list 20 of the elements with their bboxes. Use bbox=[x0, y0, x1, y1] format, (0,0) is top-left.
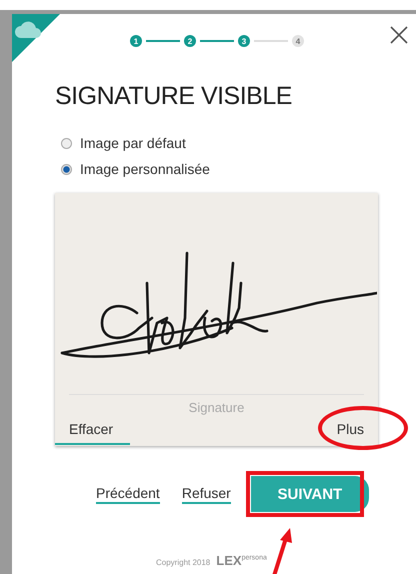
radio-option[interactable]: Image personnalisée bbox=[61, 161, 210, 177]
signature-placeholder: Signature bbox=[188, 400, 244, 415]
close-button[interactable] bbox=[390, 26, 408, 44]
copyright-text: Copyright 2018 bbox=[156, 558, 210, 567]
step-indicator: 1 bbox=[130, 35, 142, 47]
signature-pad[interactable]: Signature Effacer Plus bbox=[55, 193, 378, 446]
pad-action-tab[interactable]: Plus bbox=[303, 417, 378, 445]
annotation-arrow bbox=[270, 528, 294, 574]
logo: LEX$^{persona}$ bbox=[216, 553, 267, 568]
radio-icon[interactable] bbox=[61, 164, 72, 174]
step-indicator: 2 bbox=[184, 35, 196, 47]
step-indicator: 3 bbox=[238, 35, 250, 47]
pad-action-tab[interactable]: Effacer bbox=[55, 417, 130, 445]
link-button[interactable]: Refuser bbox=[182, 484, 231, 504]
cloud-icon bbox=[15, 20, 41, 38]
step-indicator: 4 bbox=[292, 35, 304, 47]
radio-option[interactable]: Image par défaut bbox=[61, 135, 186, 151]
link-button[interactable]: Précédent bbox=[96, 484, 160, 504]
radio-icon[interactable] bbox=[61, 138, 72, 148]
dialog-title: SIGNATURE VISIBLE bbox=[55, 82, 293, 111]
